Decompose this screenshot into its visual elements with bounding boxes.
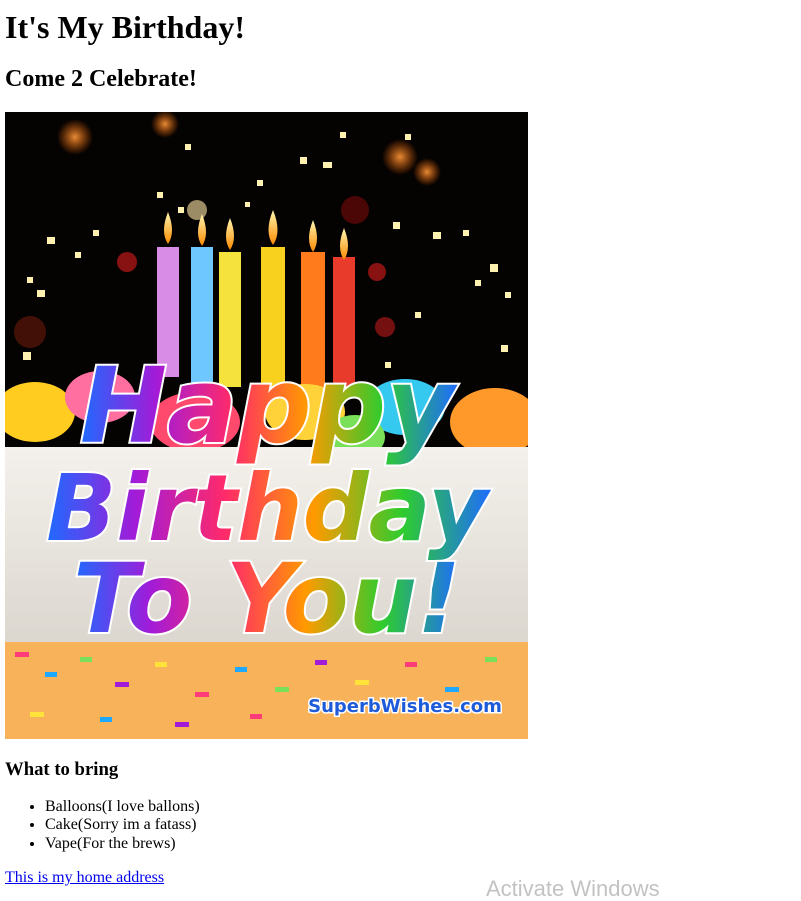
- list-item: Vape(For the brews): [45, 835, 200, 853]
- home-address-link[interactable]: This is my home address: [5, 869, 164, 887]
- activate-windows-watermark: Activate Windows: [486, 876, 660, 901]
- bring-list: Balloons(I love ballons) Cake(Sorry im a…: [5, 798, 200, 853]
- greeting-line-1: Happy: [80, 345, 458, 467]
- page-title: It's My Birthday!: [5, 9, 245, 45]
- page-subtitle: Come 2 Celebrate!: [5, 66, 197, 92]
- birthday-cake-image: Happy Birthday To You! SuperbWishes.com: [5, 112, 528, 739]
- list-item: Cake(Sorry im a fatass): [45, 816, 200, 834]
- list-item: Balloons(I love ballons): [45, 798, 200, 816]
- what-to-bring-heading: What to bring: [5, 759, 119, 780]
- greeting-line-3: To You!: [73, 543, 461, 655]
- image-watermark: SuperbWishes.com: [308, 696, 502, 717]
